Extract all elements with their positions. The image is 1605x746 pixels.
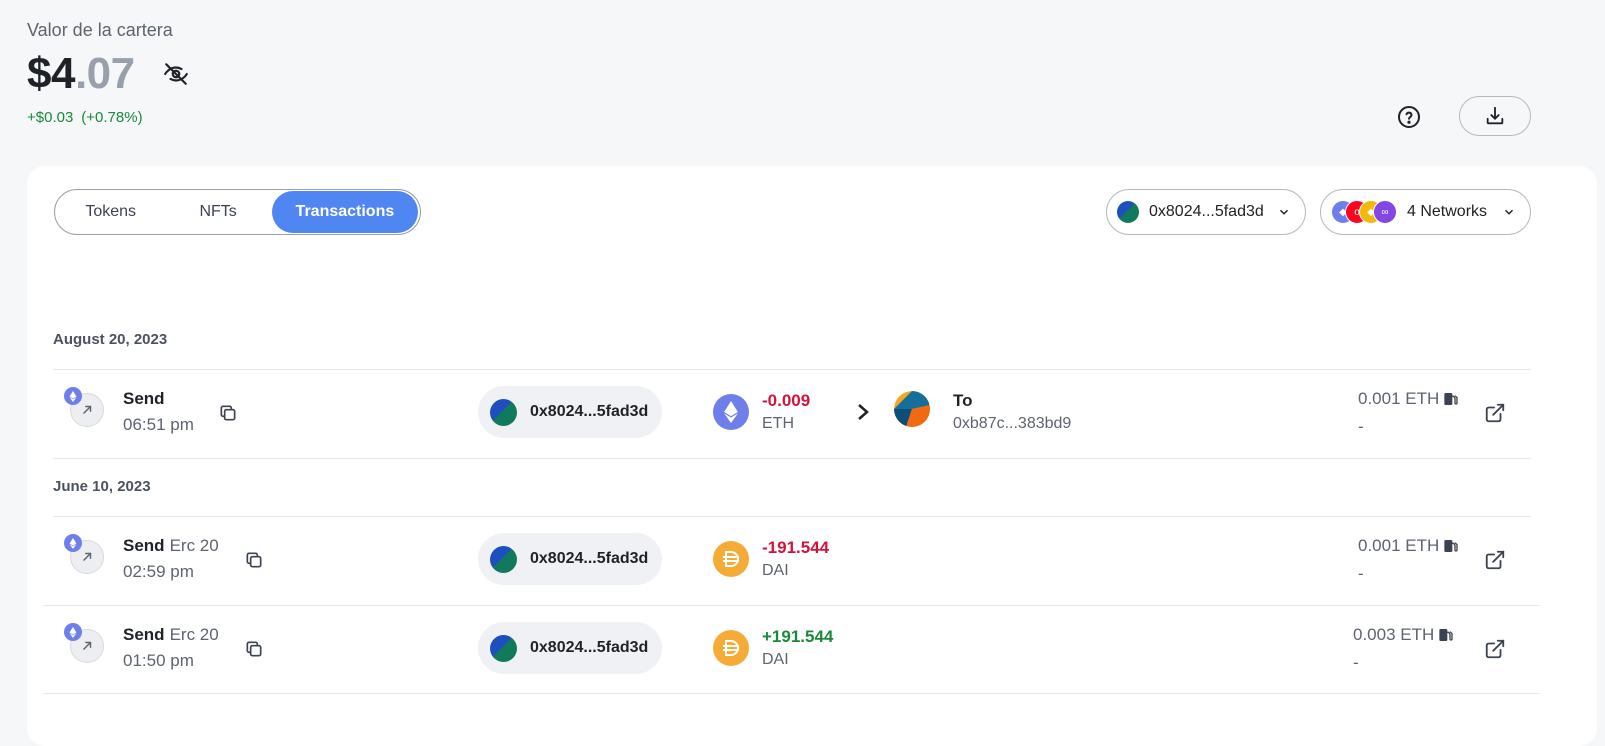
change-percent: (+0.78%) [81,109,143,126]
hide-balance-icon[interactable] [161,59,191,89]
tx-time: 01:50 pm [123,651,194,670]
chevron-down-icon [1502,205,1516,219]
transaction-row[interactable]: Send 06:51 pm 0x8024...5fad3d -0.009 ETH… [0,369,1605,457]
ethereum-badge-icon [64,623,82,641]
divider [53,458,1531,459]
portfolio-value-row: $4.07 [27,49,191,99]
tx-fee-sub: - [1353,653,1359,672]
tx-type: Send Erc 20 [123,625,219,644]
portfolio-value: $4.07 [27,49,135,99]
portfolio-label: Valor de la cartera [27,20,173,40]
account-address: 0x8024...5fad3d [1149,203,1264,220]
divider [43,693,1540,694]
help-icon[interactable] [1396,104,1422,130]
account-selector[interactable]: 0x8024...5fad3d [1106,189,1306,235]
tx-fee: 0.001 ETH [1358,389,1459,409]
portfolio-summary: Valor de la cartera $4.07 +$0.03 (+0.78%) [27,20,191,126]
tx-type: Send Erc 20 [123,536,219,555]
tx-amount: -191.544 [762,538,830,557]
date-header: August 20, 2023 [53,331,168,348]
tab-transactions[interactable]: Transactions [271,191,418,233]
to-address: 0xb87c...383bd9 [953,415,1072,432]
external-link-icon[interactable] [1484,638,1506,660]
download-button[interactable] [1459,96,1531,136]
from-address: 0x8024...5fad3d [530,639,649,656]
tx-fee-sub: - [1358,564,1364,583]
from-address-pill[interactable]: 0x8024...5fad3d [478,533,662,585]
network-icons: ◆ o ◆ ∞ [1331,200,1397,224]
copy-icon[interactable] [244,550,264,570]
polygon-icon: ∞ [1373,200,1397,224]
change-amount: +$0.03 [27,109,74,126]
tab-bar: Tokens NFTs Transactions [54,189,421,235]
networks-label: 4 Networks [1407,203,1488,220]
ethereum-badge-icon [64,387,82,405]
from-address: 0x8024...5fad3d [530,403,649,420]
gas-pump-icon [1444,393,1458,405]
chevron-right-icon [856,402,870,427]
gas-pump-icon [1444,540,1458,552]
copy-icon[interactable] [218,403,238,423]
tab-tokens[interactable]: Tokens [57,191,164,233]
portfolio-value-decimal: .07 [74,49,135,98]
tx-fee: 0.003 ETH [1353,625,1454,645]
from-avatar [490,634,517,662]
tx-time: 02:59 pm [123,562,194,581]
tx-amount: -0.009 [762,391,811,410]
chevron-down-icon [1277,205,1291,219]
to-label: To [953,391,973,410]
tx-symbol: ETH [762,415,794,432]
tx-symbol: DAI [762,562,789,579]
transaction-row[interactable]: Send Erc 20 01:50 pm 0x8024...5fad3d +191… [0,605,1605,693]
ethereum-token-icon [713,394,749,430]
from-address-pill[interactable]: 0x8024...5fad3d [478,386,662,438]
external-link-icon[interactable] [1484,402,1506,424]
from-address: 0x8024...5fad3d [530,550,649,567]
from-avatar [490,545,517,573]
tx-amount: +191.544 [762,627,834,646]
dai-token-icon [713,541,749,577]
date-header: June 10, 2023 [53,478,151,495]
download-icon [1486,106,1504,125]
tx-symbol: DAI [762,651,789,668]
tx-fee-sub: - [1358,417,1364,436]
tx-fee: 0.001 ETH [1358,536,1459,556]
from-avatar [490,398,517,426]
transaction-row[interactable]: Send Erc 20 02:59 pm 0x8024...5fad3d -191… [0,516,1605,604]
external-link-icon[interactable] [1484,549,1506,571]
copy-icon[interactable] [244,639,264,659]
from-address-pill[interactable]: 0x8024...5fad3d [478,622,662,674]
portfolio-change: +$0.03 (+0.78%) [27,109,191,126]
account-avatar [1117,201,1139,223]
portfolio-value-whole: $4 [27,49,75,98]
tx-time: 06:51 pm [123,415,194,434]
ethereum-badge-icon [64,534,82,552]
tx-type: Send [123,389,165,408]
dai-token-icon [713,630,749,666]
gas-pump-icon [1439,629,1453,641]
to-avatar [894,391,930,427]
tab-nfts[interactable]: NFTs [164,191,271,233]
network-selector[interactable]: ◆ o ◆ ∞ 4 Networks [1320,189,1531,235]
